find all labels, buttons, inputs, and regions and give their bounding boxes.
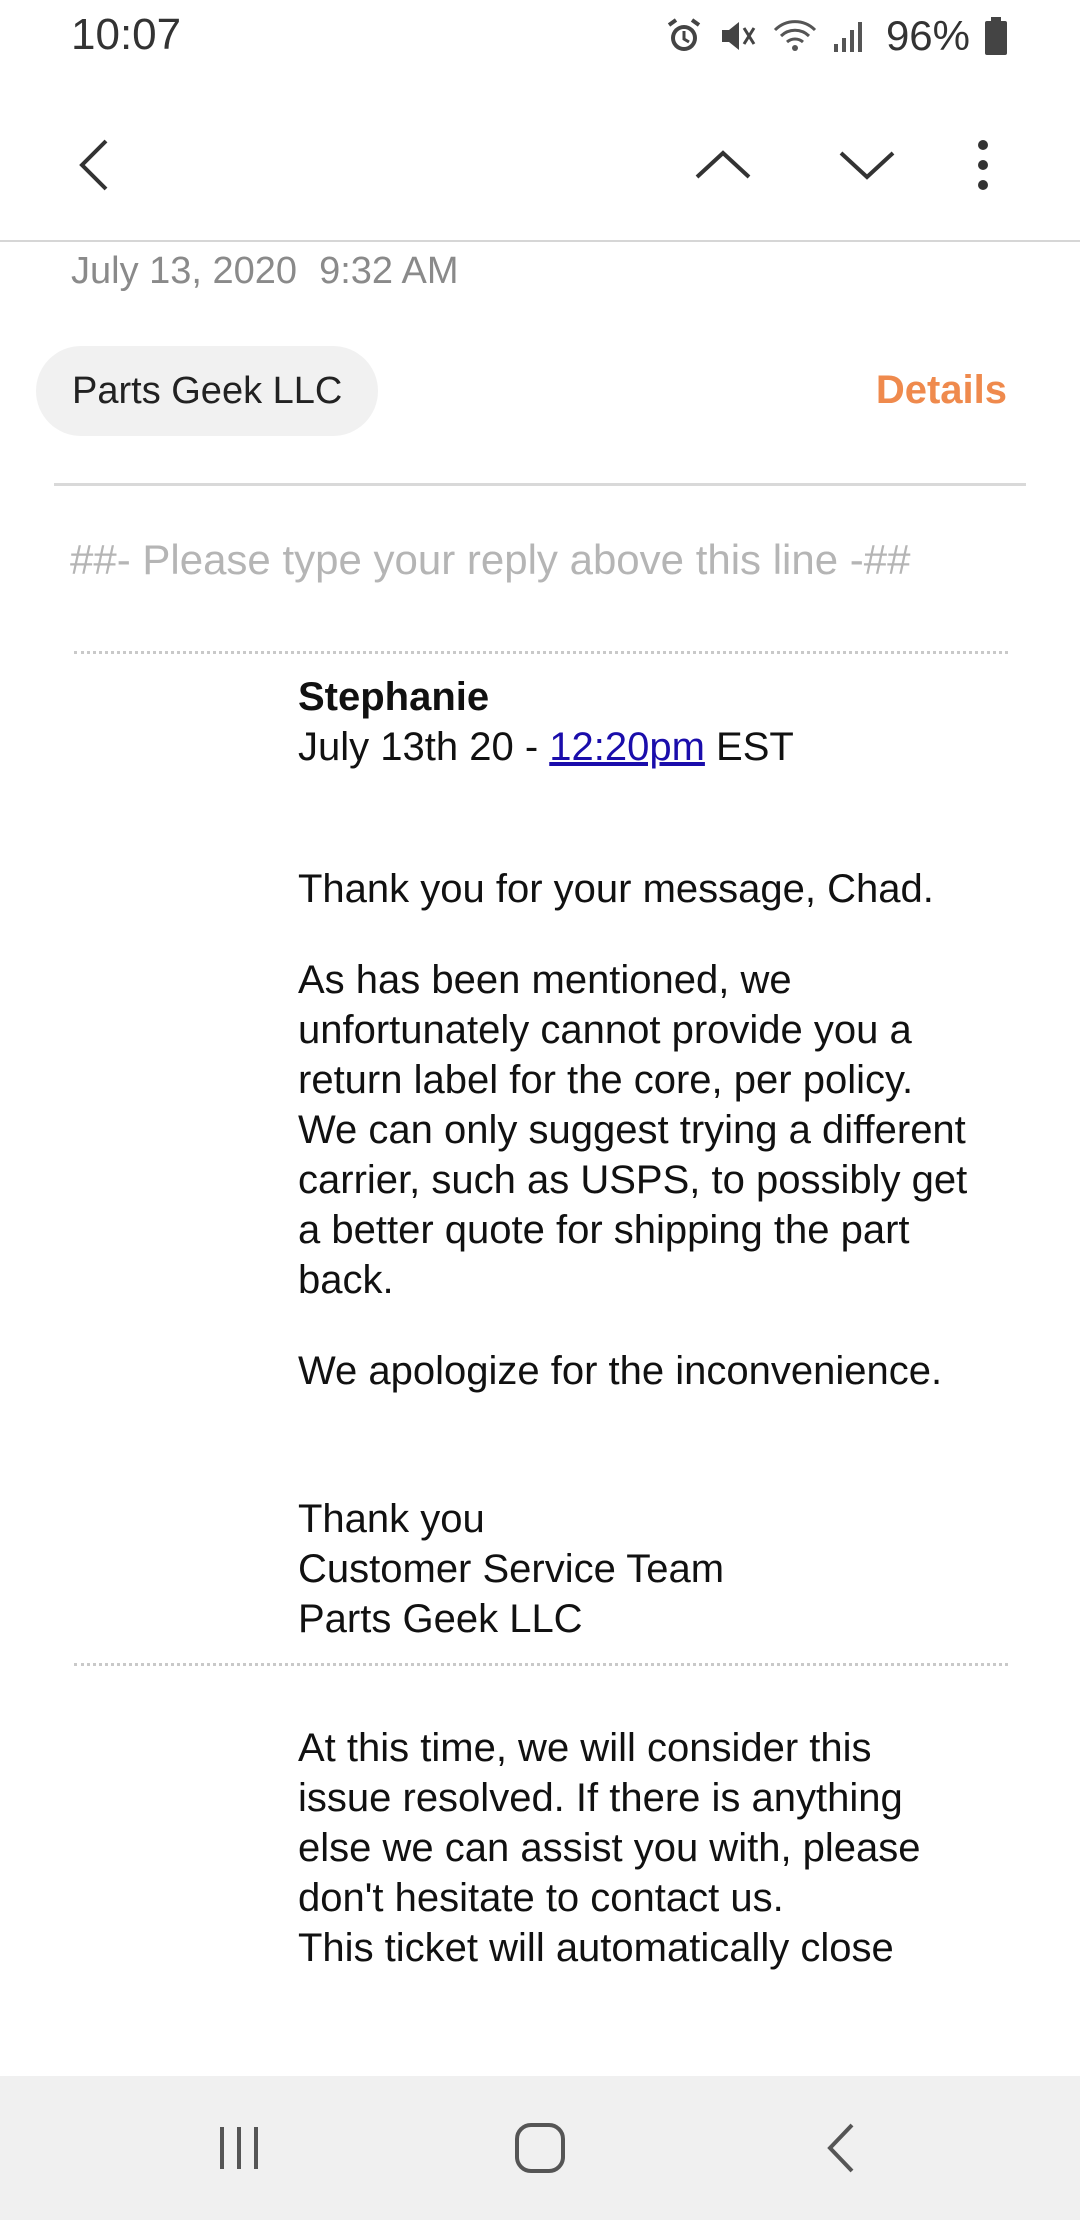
text-line: back.	[298, 1258, 394, 1302]
battery-percentage: 96%	[885, 12, 970, 59]
reply-marker: ##- Please type your reply above this li…	[70, 536, 911, 583]
alarm-icon	[664, 16, 704, 56]
footer-message: At this time, we will consider this issu…	[298, 1723, 1018, 1973]
message-paragraph-1: Thank you for your message, Chad.	[298, 867, 934, 911]
wifi-icon	[772, 16, 818, 56]
header-divider	[54, 483, 1026, 486]
text-line: issue resolved. If there is anything	[298, 1776, 903, 1820]
text-line: return label for the core, per policy.	[298, 1058, 914, 1102]
message-timezone: EST	[704, 725, 794, 769]
message-time-link[interactable]: 12:20pm	[549, 725, 705, 769]
details-button[interactable]: Details	[876, 368, 1007, 413]
text-line: else we can assist you with, please	[298, 1826, 921, 1870]
signal-icon	[832, 16, 868, 56]
sender-chip[interactable]: Parts Geek LLC	[36, 346, 379, 436]
status-icons: 96%	[664, 12, 1008, 60]
more-vert-icon[interactable]	[938, 120, 1028, 210]
signoff-line: Thank you	[298, 1497, 485, 1541]
message-signoff: Thank you Customer Service Team Parts Ge…	[298, 1494, 1018, 1644]
recent-apps-icon[interactable]	[179, 2106, 299, 2190]
email-date: July 13, 2020 9:32 AM	[71, 250, 458, 293]
text-line: carrier, such as USPS, to possibly get	[298, 1158, 968, 1202]
signoff-line: Customer Service Team	[298, 1547, 725, 1591]
text-line: As has been mentioned, we	[298, 958, 792, 1002]
status-bar: 10:07 96%	[0, 0, 1080, 72]
message-paragraph-2: As has been mentioned, we unfortunately …	[298, 955, 1018, 1305]
mute-icon	[718, 16, 758, 56]
text-line: unfortunately cannot provide you a	[298, 1008, 912, 1052]
signoff-line: Parts Geek LLC	[298, 1597, 583, 1641]
back-icon[interactable]	[782, 2106, 902, 2190]
text-line: don't hesitate to contact us.	[298, 1876, 784, 1920]
battery-icon	[984, 16, 1008, 56]
text-line: At this time, we will consider this	[298, 1726, 872, 1770]
message-author: Stephanie	[298, 675, 490, 719]
app-bar	[0, 90, 1080, 242]
dotted-divider	[74, 1663, 1008, 1666]
dotted-divider	[74, 651, 1008, 654]
chevron-down-icon[interactable]	[822, 120, 912, 210]
message-date: July 13th 20 -	[298, 725, 550, 769]
text-line: This ticket will automatically close	[298, 1926, 894, 1970]
message-paragraph-3: We apologize for the inconvenience.	[298, 1349, 943, 1393]
back-arrow-icon[interactable]	[50, 120, 140, 210]
text-line: a better quote for shipping the part	[298, 1208, 910, 1252]
status-time: 10:07	[71, 10, 182, 59]
email-date-day: July 13, 2020	[71, 250, 298, 292]
navigation-bar	[0, 2076, 1080, 2220]
chevron-up-icon[interactable]	[678, 120, 768, 210]
message-header: Stephanie July 13th 20 - 12:20pm EST	[298, 672, 1018, 772]
email-date-time: 9:32 AM	[319, 250, 459, 292]
home-icon[interactable]	[480, 2106, 600, 2190]
message-timestamp: July 13th 20 - 12:20pm EST	[298, 722, 1018, 772]
text-line: We can only suggest trying a different	[298, 1108, 966, 1152]
